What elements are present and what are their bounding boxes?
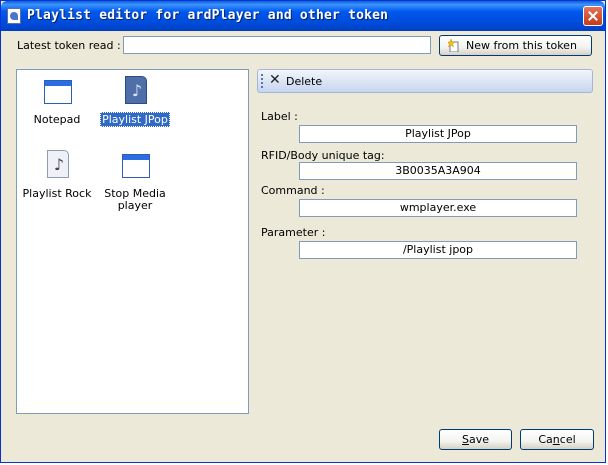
parameter-caption: Parameter :	[261, 226, 326, 239]
parameter-field[interactable]: /Playlist jpop	[299, 241, 577, 259]
toolbar-grip[interactable]	[261, 74, 265, 88]
item-label: Playlist JPop	[100, 112, 170, 127]
new-icon	[448, 39, 459, 52]
app-icon	[7, 8, 21, 24]
item-label: Playlist Rock	[22, 187, 92, 200]
list-item-playlist-jpop[interactable]: ♪ Playlist JPop	[95, 74, 175, 134]
latest-token-field[interactable]	[123, 36, 431, 54]
delete-icon: ✕	[269, 72, 281, 88]
list-item-stop-media-player[interactable]: Stop Media player	[95, 148, 175, 212]
new-from-token-label: New from this token	[466, 39, 577, 52]
new-from-token-button[interactable]: New from this token	[439, 35, 592, 56]
playlist-editor-window: Playlist editor for ardPlayer and other …	[0, 0, 606, 463]
list-item-playlist-rock[interactable]: ♪ Playlist Rock	[17, 148, 97, 208]
rfid-caption: RFID/Body unique tag:	[261, 149, 385, 162]
command-caption: Command :	[261, 184, 325, 197]
music-note-icon: ♪	[41, 148, 73, 180]
label-caption: Label :	[261, 110, 298, 123]
command-field[interactable]: wmplayer.exe	[299, 199, 577, 217]
window-title: Playlist editor for ardPlayer and other …	[27, 8, 389, 23]
window-icon	[41, 74, 73, 106]
label-field[interactable]: Playlist JPop	[299, 125, 577, 143]
delete-button[interactable]: Delete	[286, 75, 322, 88]
editor-toolbar: ✕ Delete	[257, 69, 593, 93]
item-label: Notepad	[33, 113, 81, 126]
window-icon	[119, 148, 151, 180]
latest-token-label: Latest token read :	[17, 39, 121, 52]
cancel-button[interactable]: Cancel	[520, 429, 594, 450]
token-list[interactable]: Notepad ♪ Playlist JPop ♪ Playlist Rock …	[16, 69, 249, 414]
title-bar[interactable]: Playlist editor for ardPlayer and other …	[1, 1, 605, 31]
item-label: Stop Media player	[104, 187, 166, 212]
rfid-field[interactable]: 3B0035A3A904	[299, 162, 577, 180]
music-note-icon: ♪	[119, 74, 151, 106]
close-button[interactable]	[583, 6, 603, 26]
save-button[interactable]: Save	[439, 429, 512, 450]
list-item-notepad[interactable]: Notepad	[17, 74, 97, 134]
